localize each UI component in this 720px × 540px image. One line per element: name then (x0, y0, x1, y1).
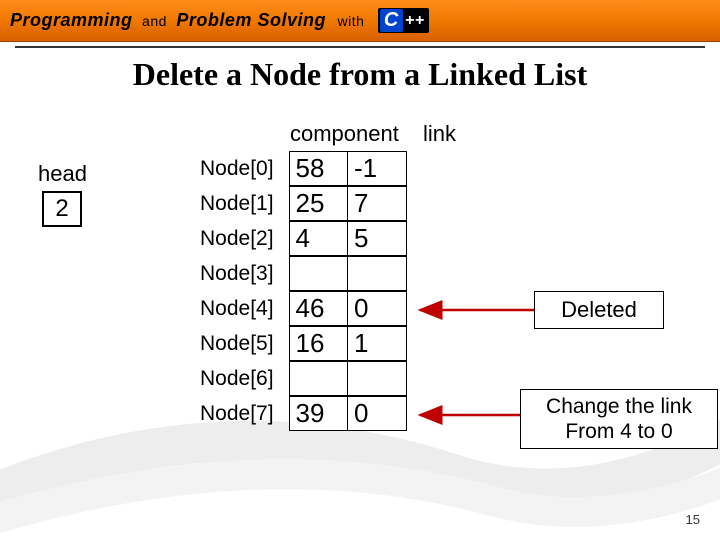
col-link-label: link (423, 121, 456, 146)
head-label: head (38, 161, 87, 187)
cell-component: 25 (289, 186, 349, 221)
deleted-annotation: Deleted (534, 291, 664, 329)
node-label: Node[2] (200, 227, 290, 251)
cell-link: -1 (347, 151, 407, 186)
node-table: Node[0] 58 -1 Node[1] 25 7 Node[2] 4 5 N… (200, 151, 407, 431)
cell-link: 1 (347, 326, 407, 361)
cpp-logo-icon: C ++ (378, 8, 429, 33)
col-component-label: component (290, 121, 399, 146)
node-label: Node[4] (200, 297, 290, 321)
node-label: Node[6] (200, 367, 290, 391)
cell-link: 0 (347, 291, 407, 326)
cell-component (289, 361, 349, 396)
cpp-c: C (380, 9, 403, 32)
table-row: Node[1] 25 7 (200, 186, 407, 221)
header-title: Programming and Problem Solving with C +… (10, 8, 429, 33)
table-row: Node[0] 58 -1 (200, 151, 407, 186)
header-and: and (142, 13, 167, 29)
page-title: Delete a Node from a Linked List (0, 56, 720, 93)
cell-component (289, 256, 349, 291)
head-value-box: 2 (42, 191, 82, 227)
cell-component: 4 (289, 221, 349, 256)
header-rule (15, 46, 705, 48)
header-word1: Programming (10, 10, 133, 30)
cell-link: 0 (347, 396, 407, 431)
cell-component: 58 (289, 151, 349, 186)
cell-component: 39 (289, 396, 349, 431)
change-link-text: Change the link From 4 to 0 (546, 394, 692, 444)
node-label: Node[3] (200, 262, 290, 286)
slide-number: 15 (686, 512, 700, 527)
table-row: Node[2] 4 5 (200, 221, 407, 256)
table-row: Node[6] (200, 361, 407, 396)
header-word2: Problem Solving (176, 10, 326, 30)
cell-link: 5 (347, 221, 407, 256)
cpp-plus: ++ (405, 16, 425, 26)
cell-link: 7 (347, 186, 407, 221)
slide-content: head 2 component link Node[0] 58 -1 Node… (0, 93, 720, 533)
table-row: Node[3] (200, 256, 407, 291)
cell-link (347, 361, 407, 396)
table-row: Node[7] 39 0 (200, 396, 407, 431)
header-with: with (337, 13, 364, 29)
change-link-annotation: Change the link From 4 to 0 (520, 389, 718, 449)
table-row: Node[4] 46 0 (200, 291, 407, 326)
node-label: Node[5] (200, 332, 290, 356)
node-label: Node[0] (200, 157, 290, 181)
cell-component: 46 (289, 291, 349, 326)
cell-component: 16 (289, 326, 349, 361)
cell-link (347, 256, 407, 291)
node-label: Node[1] (200, 192, 290, 216)
header-bar: Programming and Problem Solving with C +… (0, 0, 720, 42)
node-label: Node[7] (200, 402, 290, 426)
table-row: Node[5] 16 1 (200, 326, 407, 361)
column-headers: component link (290, 121, 456, 147)
